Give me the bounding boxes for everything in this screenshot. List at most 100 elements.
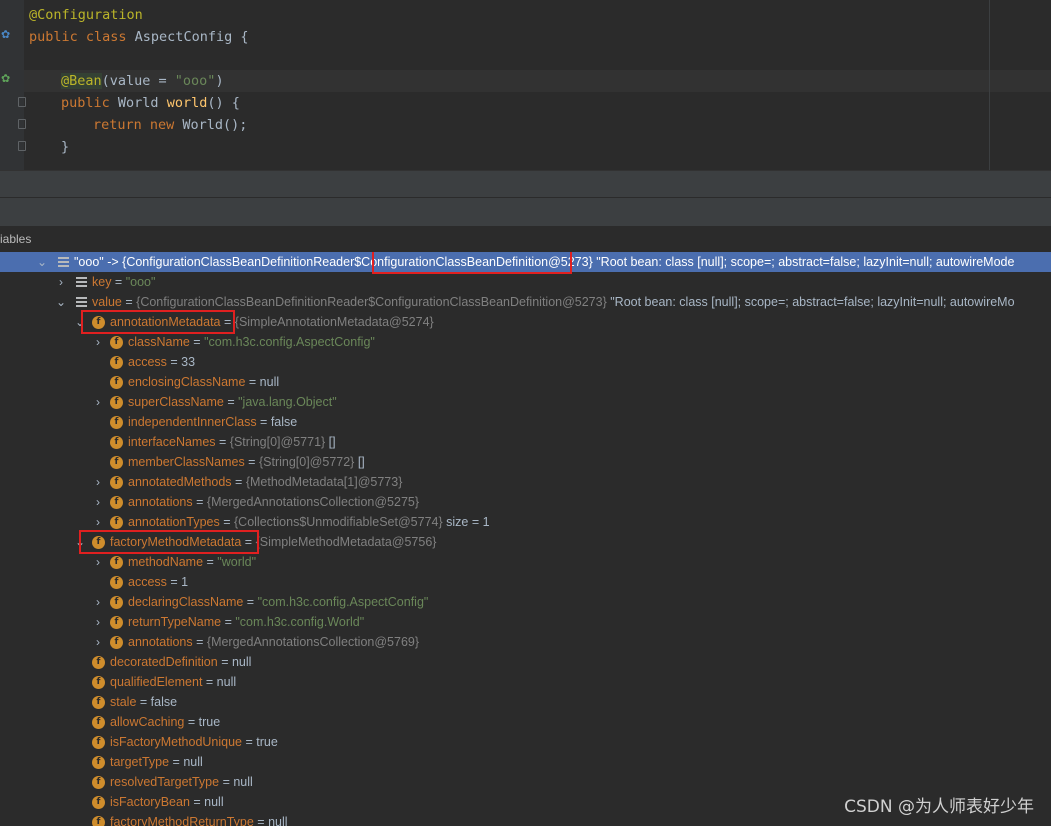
field-icon: f bbox=[92, 676, 105, 689]
bean-method-gutter-icon[interactable]: ✿ bbox=[1, 72, 10, 85]
tree-row-label: interfaceNames = {String[0]@5771} [] bbox=[128, 435, 336, 449]
fold-marker[interactable] bbox=[18, 141, 26, 151]
tree-row-field[interactable]: › f annotations = {MergedAnnotationsCollec… bbox=[0, 492, 1051, 512]
tree-row-label: targetType = null bbox=[110, 755, 203, 769]
code-line: public class AspectConfig { bbox=[29, 26, 248, 48]
field-icon: f bbox=[110, 456, 123, 469]
tree-row-field[interactable]: › f annotatedMethods = {MethodMetadata[1]@… bbox=[0, 472, 1051, 492]
class-name-token: AspectConfig bbox=[134, 29, 233, 45]
highlight-box-factory-method-metadata bbox=[79, 530, 259, 554]
tree-row-field[interactable]: f access = 33 bbox=[0, 352, 1051, 372]
tree-row-field[interactable]: › f annotations = {MergedAnnotationsCollec… bbox=[0, 632, 1051, 652]
field-icon: f bbox=[110, 476, 123, 489]
variables-panel-title: iables bbox=[0, 232, 32, 246]
tree-row-label: enclosingClassName = null bbox=[128, 375, 280, 389]
field-icon: f bbox=[110, 596, 123, 609]
code-token: } bbox=[61, 139, 70, 155]
tree-row-field[interactable]: f independentInnerClass = false bbox=[0, 412, 1051, 432]
tree-row-label: superClassName = "java.lang.Object" bbox=[128, 395, 337, 409]
tree-row-field[interactable]: › f declaringClassName = "com.h3c.config.A… bbox=[0, 592, 1051, 612]
field-icon: f bbox=[92, 656, 105, 669]
field-icon: f bbox=[110, 556, 123, 569]
chevron-right-icon[interactable]: › bbox=[92, 472, 104, 492]
chevron-down-icon[interactable]: ⌄ bbox=[55, 292, 67, 312]
tree-row-field[interactable]: › f superClassName = "java.lang.Object" bbox=[0, 392, 1051, 412]
field-icon: f bbox=[110, 436, 123, 449]
code-token: ) bbox=[215, 73, 224, 89]
tree-row-label: annotatedMethods = {MethodMetadata[1]@57… bbox=[128, 475, 403, 489]
field-icon: f bbox=[92, 756, 105, 769]
tree-row-field[interactable]: f isFactoryMethodUnique = true bbox=[0, 732, 1051, 752]
field-icon: f bbox=[92, 716, 105, 729]
field-icon: f bbox=[92, 736, 105, 749]
tree-row-field[interactable]: f stale = false bbox=[0, 692, 1051, 712]
field-icon: f bbox=[110, 516, 123, 529]
fold-marker[interactable] bbox=[18, 119, 26, 129]
tree-row-label: isFactoryMethodUnique = true bbox=[110, 735, 278, 749]
tree-row-label: annotationTypes = {Collections$Unmodifia… bbox=[128, 515, 490, 529]
field-icon: f bbox=[110, 576, 123, 589]
chevron-down-icon[interactable]: ⌄ bbox=[36, 252, 48, 272]
tree-row-field[interactable]: f allowCaching = true bbox=[0, 712, 1051, 732]
tree-row-field[interactable]: f enclosingClassName = null bbox=[0, 372, 1051, 392]
tree-row-label: qualifiedElement = null bbox=[110, 675, 237, 689]
code-editor[interactable]: ✿ ✿ @Configuration public class AspectCo… bbox=[0, 0, 1051, 170]
tree-row-value[interactable]: ⌄ value = {ConfigurationClassBeanDefinit… bbox=[0, 292, 1051, 312]
tree-row-label: allowCaching = true bbox=[110, 715, 221, 729]
code-token: { bbox=[232, 29, 249, 45]
tree-row-label: annotations = {MergedAnnotationsCollecti… bbox=[128, 635, 420, 649]
field-icon: f bbox=[110, 416, 123, 429]
bean-gutter-icon[interactable]: ✿ bbox=[1, 28, 10, 41]
tree-row-label: className = "com.h3c.config.AspectConfig… bbox=[128, 335, 375, 349]
chevron-right-icon[interactable]: › bbox=[92, 592, 104, 612]
field-icon: f bbox=[110, 636, 123, 649]
string-token: "ooo" bbox=[174, 73, 216, 89]
tree-row-label: independentInnerClass = false bbox=[128, 415, 298, 429]
tree-row-label: returnTypeName = "com.h3c.config.World" bbox=[128, 615, 365, 629]
tree-row-field[interactable]: f qualifiedElement = null bbox=[0, 672, 1051, 692]
tree-row-field[interactable]: › f returnTypeName = "com.h3c.config.World… bbox=[0, 612, 1051, 632]
chevron-right-icon[interactable]: › bbox=[55, 272, 67, 292]
tree-row-field[interactable]: f access = 1 bbox=[0, 572, 1051, 592]
highlight-box-definition-class bbox=[372, 252, 572, 274]
code-line: return new World(); bbox=[93, 114, 247, 136]
chevron-right-icon[interactable]: › bbox=[92, 612, 104, 632]
chevron-right-icon[interactable]: › bbox=[92, 632, 104, 652]
debug-toolbar bbox=[0, 170, 1051, 198]
code-token: World(); bbox=[182, 117, 248, 133]
tree-row-field[interactable]: f decoratedDefinition = null bbox=[0, 652, 1051, 672]
tree-row-key[interactable]: › key = "ooo" bbox=[0, 272, 1051, 292]
chevron-right-icon[interactable]: › bbox=[92, 512, 104, 532]
tree-row-field[interactable]: f targetType = null bbox=[0, 752, 1051, 772]
field-icon: f bbox=[92, 696, 105, 709]
watermark: CSDN @为人师表好少年 bbox=[844, 797, 1034, 817]
chevron-right-icon[interactable]: › bbox=[92, 492, 104, 512]
map-entry-icon bbox=[76, 277, 87, 287]
annotation-token: @Bean bbox=[61, 73, 102, 89]
variables-tree[interactable]: ⌄ "ooo" -> {ConfigurationClassBeanDefini… bbox=[0, 252, 1051, 826]
annotation-token: @Configuration bbox=[29, 7, 143, 23]
field-icon: f bbox=[110, 356, 123, 369]
chevron-right-icon[interactable]: › bbox=[92, 332, 104, 352]
highlight-box-annotation-metadata bbox=[81, 310, 235, 334]
tree-row-label: factoryMethodReturnType = null bbox=[110, 815, 288, 826]
tree-row-field[interactable]: › f annotationTypes = {Collections$Unmodif… bbox=[0, 512, 1051, 532]
tree-row-label: memberClassNames = {String[0]@5772} [] bbox=[128, 455, 365, 469]
fold-marker[interactable] bbox=[18, 97, 26, 107]
field-icon: f bbox=[92, 796, 105, 809]
field-icon: f bbox=[110, 396, 123, 409]
code-token: (value = bbox=[101, 73, 175, 89]
tree-row-field[interactable]: f interfaceNames = {String[0]@5771} [] bbox=[0, 432, 1051, 452]
code-line: @Bean(value = "ooo") bbox=[61, 70, 224, 92]
tree-row-label: methodName = "world" bbox=[128, 555, 257, 569]
tree-row-label: access = 33 bbox=[128, 355, 196, 369]
tree-row-field[interactable]: › f methodName = "world" bbox=[0, 552, 1051, 572]
chevron-right-icon[interactable]: › bbox=[92, 552, 104, 572]
field-icon: f bbox=[110, 496, 123, 509]
tree-row-field[interactable]: f memberClassNames = {String[0]@5772} [] bbox=[0, 452, 1051, 472]
chevron-right-icon[interactable]: › bbox=[92, 392, 104, 412]
keyword-token: return new bbox=[93, 117, 183, 133]
tree-row-field[interactable]: f resolvedTargetType = null bbox=[0, 772, 1051, 792]
tree-row-field[interactable]: › f className = "com.h3c.config.AspectConf… bbox=[0, 332, 1051, 352]
tree-row-label: access = 1 bbox=[128, 575, 189, 589]
